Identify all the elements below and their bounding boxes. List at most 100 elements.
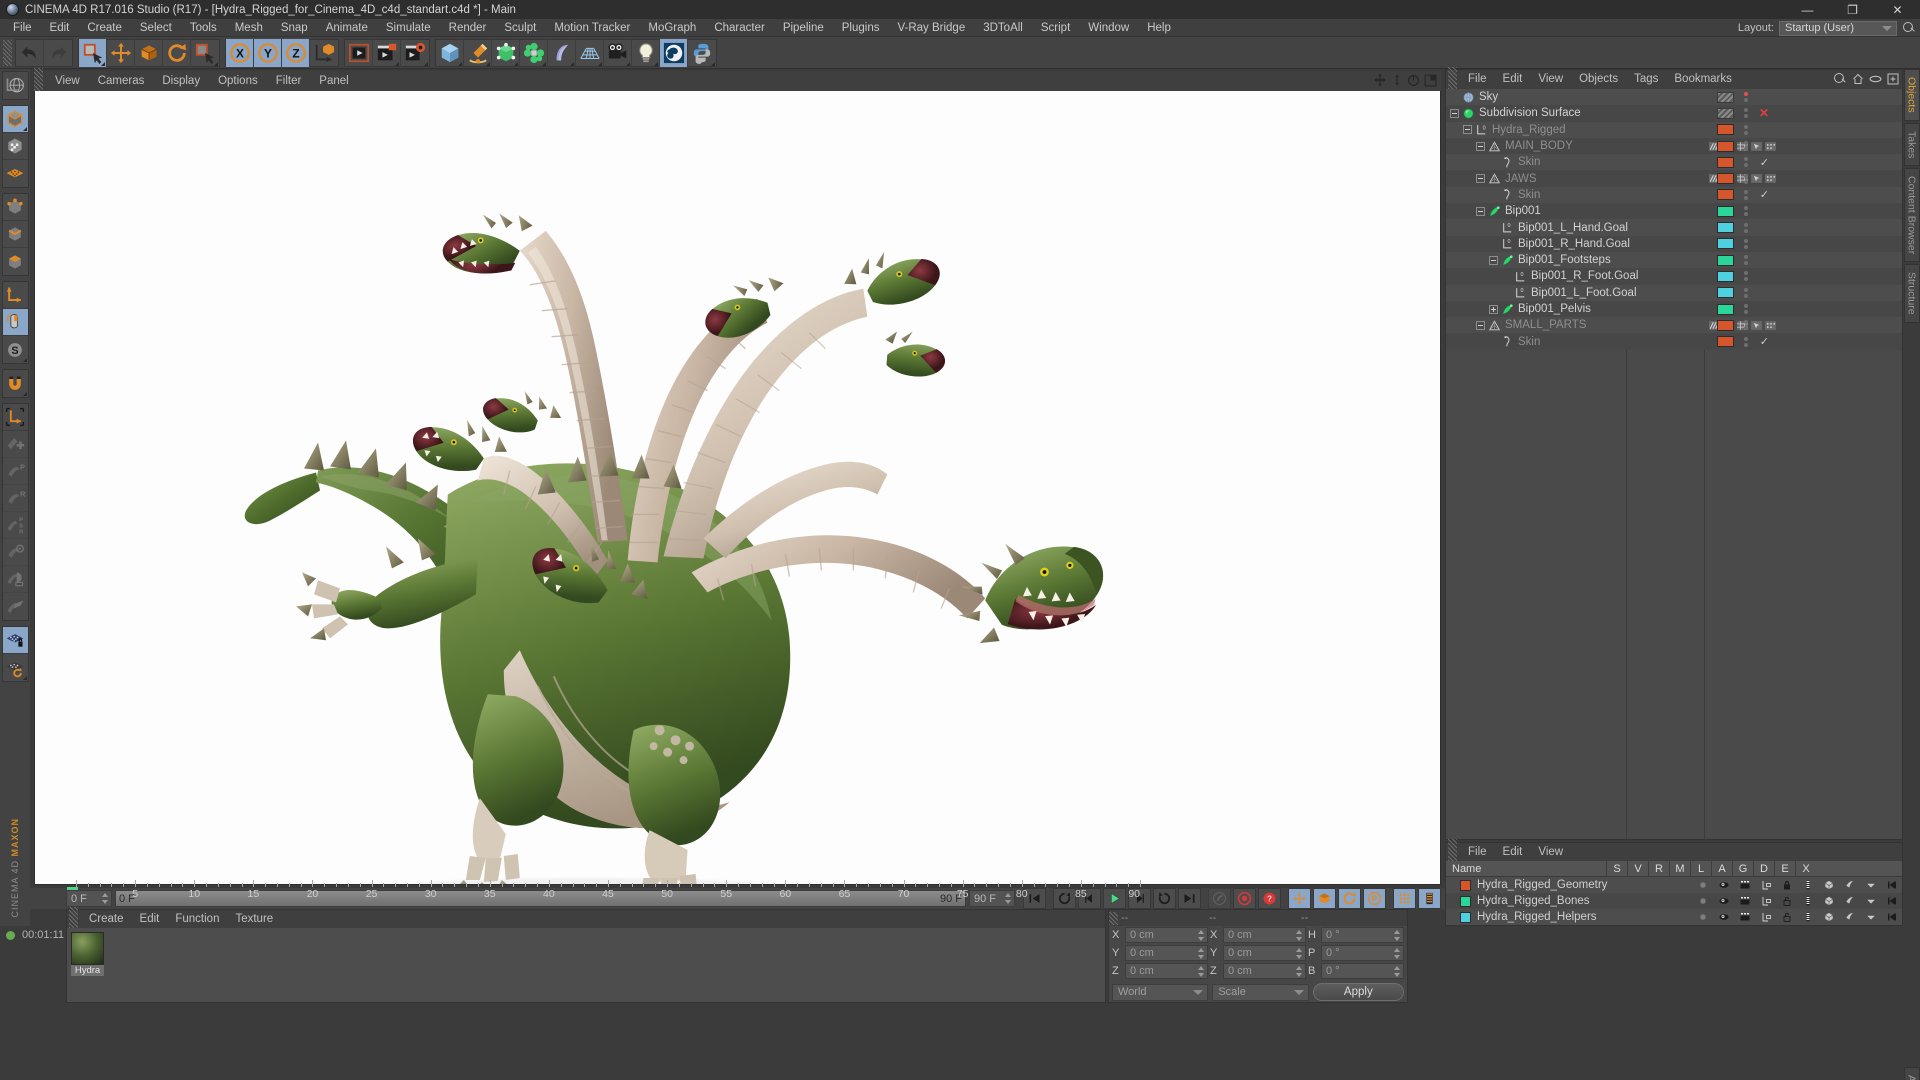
visibility-dots[interactable] (1739, 157, 1752, 168)
viewport-solo-button[interactable] (2, 309, 28, 336)
menu-item-v-ray-bridge[interactable]: V-Ray Bridge (888, 19, 974, 37)
object-row[interactable]: Subdivision Surface ✕ (1446, 105, 1902, 122)
globe-axis-button[interactable] (3, 72, 28, 99)
visibility-dots[interactable] (1739, 336, 1752, 347)
vray-plugin-button[interactable] (660, 38, 688, 67)
object-row[interactable]: 0 Bip001_L_Foot.Goal (1446, 284, 1902, 301)
menu-item-character[interactable]: Character (705, 19, 774, 37)
visibility-dots[interactable] (1739, 287, 1752, 298)
size-field[interactable]: 0 cm (1223, 927, 1306, 943)
render-visibility-dot[interactable] (1743, 342, 1748, 347)
viewport-menu-display[interactable]: Display (153, 71, 209, 91)
render-visibility-dot[interactable] (1743, 228, 1748, 233)
object-row[interactable]: JAWS (1446, 170, 1902, 187)
attribute-tab-attributes[interactable]: Attributes (1903, 1066, 1920, 1080)
axis-z-button[interactable]: Z (282, 38, 310, 67)
layer-deformer-icon[interactable] (1839, 893, 1860, 909)
spline-pen-button[interactable] (464, 38, 492, 67)
render-visibility-dot[interactable] (1743, 293, 1748, 298)
object-layer-swatch[interactable] (1717, 140, 1734, 152)
visibility-dots[interactable] (1739, 304, 1752, 314)
visibility-dots[interactable] (1739, 92, 1752, 103)
disable-mark-icon[interactable]: ✕ (1759, 106, 1769, 120)
viewport-menu-panel[interactable]: Panel (310, 71, 357, 91)
stepper-icon[interactable] (1296, 965, 1303, 978)
enable-check-icon[interactable]: ✓ (1760, 188, 1769, 201)
collapse-icon[interactable] (1476, 320, 1485, 330)
editor-visibility-dot[interactable] (1743, 157, 1748, 162)
points-mode-button[interactable] (2, 194, 28, 221)
viewport-menu-cameras[interactable]: Cameras (89, 71, 154, 91)
layer-column-name[interactable]: Name (1446, 863, 1606, 875)
layer-menu-file[interactable]: File (1460, 843, 1495, 861)
object-layer-swatch[interactable] (1717, 270, 1734, 282)
home-icon[interactable] (1852, 73, 1864, 85)
scale-lock-button[interactable] (2, 539, 28, 566)
menu-item-script[interactable]: Script (1032, 19, 1079, 37)
rotate-view-icon[interactable] (1407, 74, 1420, 87)
selection-tool-button[interactable] (191, 39, 219, 67)
visibility-dots[interactable] (1739, 255, 1752, 266)
move-button[interactable] (107, 38, 135, 67)
menu-item-edit[interactable]: Edit (41, 19, 79, 37)
light-button[interactable] (632, 38, 660, 67)
record-rotation-button[interactable] (1338, 888, 1361, 909)
stepper-icon[interactable] (1005, 892, 1012, 905)
end-frame-field[interactable]: 90 F (969, 890, 1015, 907)
layer-solo-icon[interactable] (1692, 893, 1713, 909)
minimize-button[interactable]: — (1785, 0, 1830, 19)
layer-deformer-icon[interactable] (1839, 877, 1860, 893)
go-to-end-button[interactable] (1178, 888, 1201, 909)
layout-select[interactable]: Startup (User) (1779, 20, 1897, 36)
menu-item-render[interactable]: Render (440, 19, 496, 37)
menu-item-animate[interactable]: Animate (317, 19, 377, 37)
layer-animation-icon[interactable] (1797, 893, 1818, 909)
layer-unlock-icon[interactable] (1776, 893, 1797, 909)
stepper-icon[interactable] (1198, 929, 1205, 942)
coordinate-mode-select[interactable]: Scale (1212, 983, 1309, 1001)
layer-solo-icon[interactable] (1692, 909, 1713, 925)
editor-visibility-dot[interactable] (1743, 304, 1748, 308)
apply-button[interactable]: Apply (1312, 983, 1404, 1001)
editor-visibility-dot[interactable] (1743, 124, 1748, 129)
menu-item-tools[interactable]: Tools (181, 19, 226, 37)
editor-visibility-dot[interactable] (1743, 92, 1748, 97)
side-tab-content-browser[interactable]: Content Browser (1903, 168, 1920, 263)
stepper-icon[interactable] (102, 892, 109, 905)
object-layer-swatch[interactable] (1717, 173, 1734, 185)
workplane-mode-button[interactable] (3, 160, 28, 187)
layer-generator-icon[interactable] (1818, 893, 1839, 909)
render-view-button[interactable] (373, 38, 401, 67)
object-tree[interactable]: Sky Subdivision Surface ✕ 0 Hydra_Rigged MAIN… (1446, 89, 1902, 839)
camera-button[interactable] (604, 38, 632, 67)
layer-expression-icon[interactable] (1860, 893, 1881, 909)
menu-item-file[interactable]: File (4, 19, 41, 37)
magnet-snap-button[interactable] (3, 370, 28, 397)
side-tab-takes[interactable]: Takes (1903, 122, 1920, 167)
vertexmap-tag[interactable] (1764, 140, 1777, 153)
collapse-icon[interactable] (1476, 141, 1485, 151)
visibility-dots[interactable] (1739, 108, 1752, 119)
collapse-icon[interactable] (1489, 255, 1498, 265)
play-button[interactable] (1103, 888, 1126, 909)
floor-environment-button[interactable] (576, 38, 604, 67)
loop-button[interactable] (1153, 888, 1176, 909)
size-field[interactable]: 0 cm (1223, 963, 1306, 979)
render-visibility-dot[interactable] (1743, 195, 1748, 200)
close-button[interactable]: ✕ (1875, 0, 1920, 19)
visibility-dots[interactable] (1739, 222, 1752, 233)
live-selection-button[interactable] (79, 38, 107, 67)
object-layer-swatch[interactable] (1717, 107, 1734, 119)
object-layer-swatch[interactable] (1717, 189, 1734, 201)
layer-expression-icon[interactable] (1860, 909, 1881, 925)
world-coordinates-button[interactable] (310, 39, 338, 67)
editor-visibility-dot[interactable] (1743, 271, 1748, 276)
layer-column-a[interactable]: A (1711, 860, 1732, 877)
viewport-menu-options[interactable]: Options (209, 71, 267, 91)
object-layer-swatch[interactable] (1717, 124, 1734, 136)
enable-check-icon[interactable]: ✓ (1760, 156, 1769, 169)
render-visibility-dot[interactable] (1743, 326, 1748, 331)
object-menu-view[interactable]: View (1530, 70, 1571, 89)
texture-mode-button[interactable] (2, 133, 28, 160)
nurbs-generator-button[interactable] (492, 38, 520, 67)
